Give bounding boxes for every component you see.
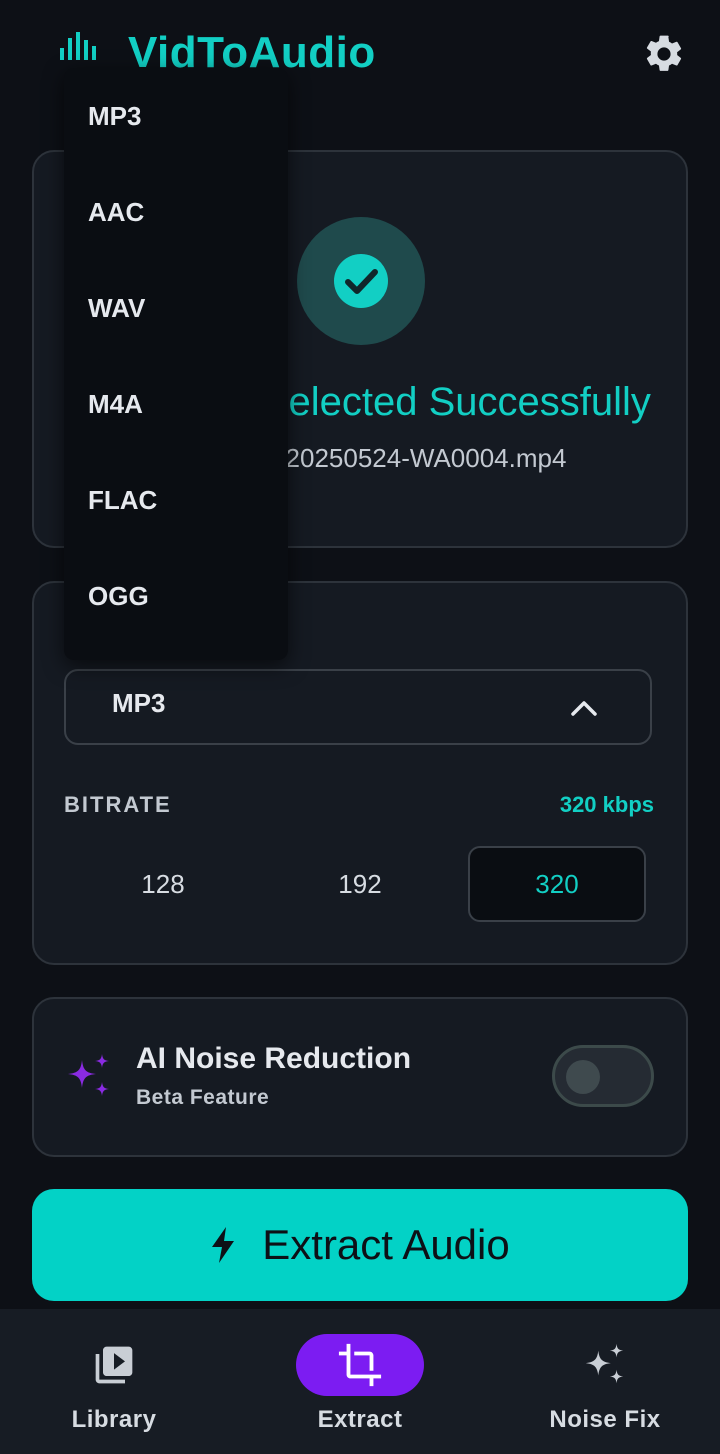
nav-icon-container bbox=[541, 1334, 669, 1396]
format-select-value: MP3 bbox=[112, 688, 166, 718]
bitrate-value: 320 kbps bbox=[559, 792, 654, 817]
nav-item-library[interactable]: Library bbox=[14, 1330, 214, 1440]
crop-icon bbox=[338, 1343, 382, 1387]
sparkle-icon bbox=[585, 1343, 624, 1384]
noise-reduction-title: AI Noise Reduction bbox=[136, 1042, 412, 1075]
format-option-aac[interactable]: AAC bbox=[64, 164, 288, 260]
check-circle-icon bbox=[334, 254, 388, 308]
bitrate-option-320[interactable]: 320 bbox=[468, 846, 646, 922]
format-option-flac[interactable]: FLAC bbox=[64, 452, 288, 548]
audio-bars-icon bbox=[60, 32, 96, 60]
extract-audio-label: Extract Audio bbox=[262, 1221, 510, 1268]
bolt-icon bbox=[212, 1227, 235, 1263]
extract-audio-button[interactable]: Extract Audio bbox=[32, 1189, 688, 1301]
format-option-m4a[interactable]: M4A bbox=[64, 356, 288, 452]
nav-item-noise-fix[interactable]: Noise Fix bbox=[505, 1330, 705, 1440]
video-library-icon bbox=[95, 1346, 133, 1384]
format-option-wav[interactable]: WAV bbox=[64, 260, 288, 356]
format-option-ogg[interactable]: OGG bbox=[64, 548, 288, 644]
sparkle-icon bbox=[68, 1054, 109, 1096]
bitrate-option-128[interactable]: 128 bbox=[74, 846, 252, 922]
gear-icon[interactable] bbox=[642, 32, 686, 76]
noise-reduction-subtitle: Beta Feature bbox=[136, 1086, 270, 1109]
bitrate-label: BITRATE bbox=[64, 792, 172, 817]
nav-label-library: Library bbox=[71, 1406, 157, 1433]
nav-label-extract: Extract bbox=[317, 1406, 403, 1433]
nav-icon-container-active bbox=[296, 1334, 424, 1396]
bitrate-option-192[interactable]: 192 bbox=[271, 846, 449, 922]
nav-label-noise-fix: Noise Fix bbox=[549, 1406, 661, 1433]
nav-icon-container bbox=[50, 1334, 178, 1396]
chevron-up-icon[interactable] bbox=[568, 694, 600, 722]
toggle-knob bbox=[566, 1060, 600, 1094]
nav-item-extract[interactable]: Extract bbox=[260, 1330, 460, 1440]
format-option-mp3[interactable]: MP3 bbox=[64, 68, 288, 164]
